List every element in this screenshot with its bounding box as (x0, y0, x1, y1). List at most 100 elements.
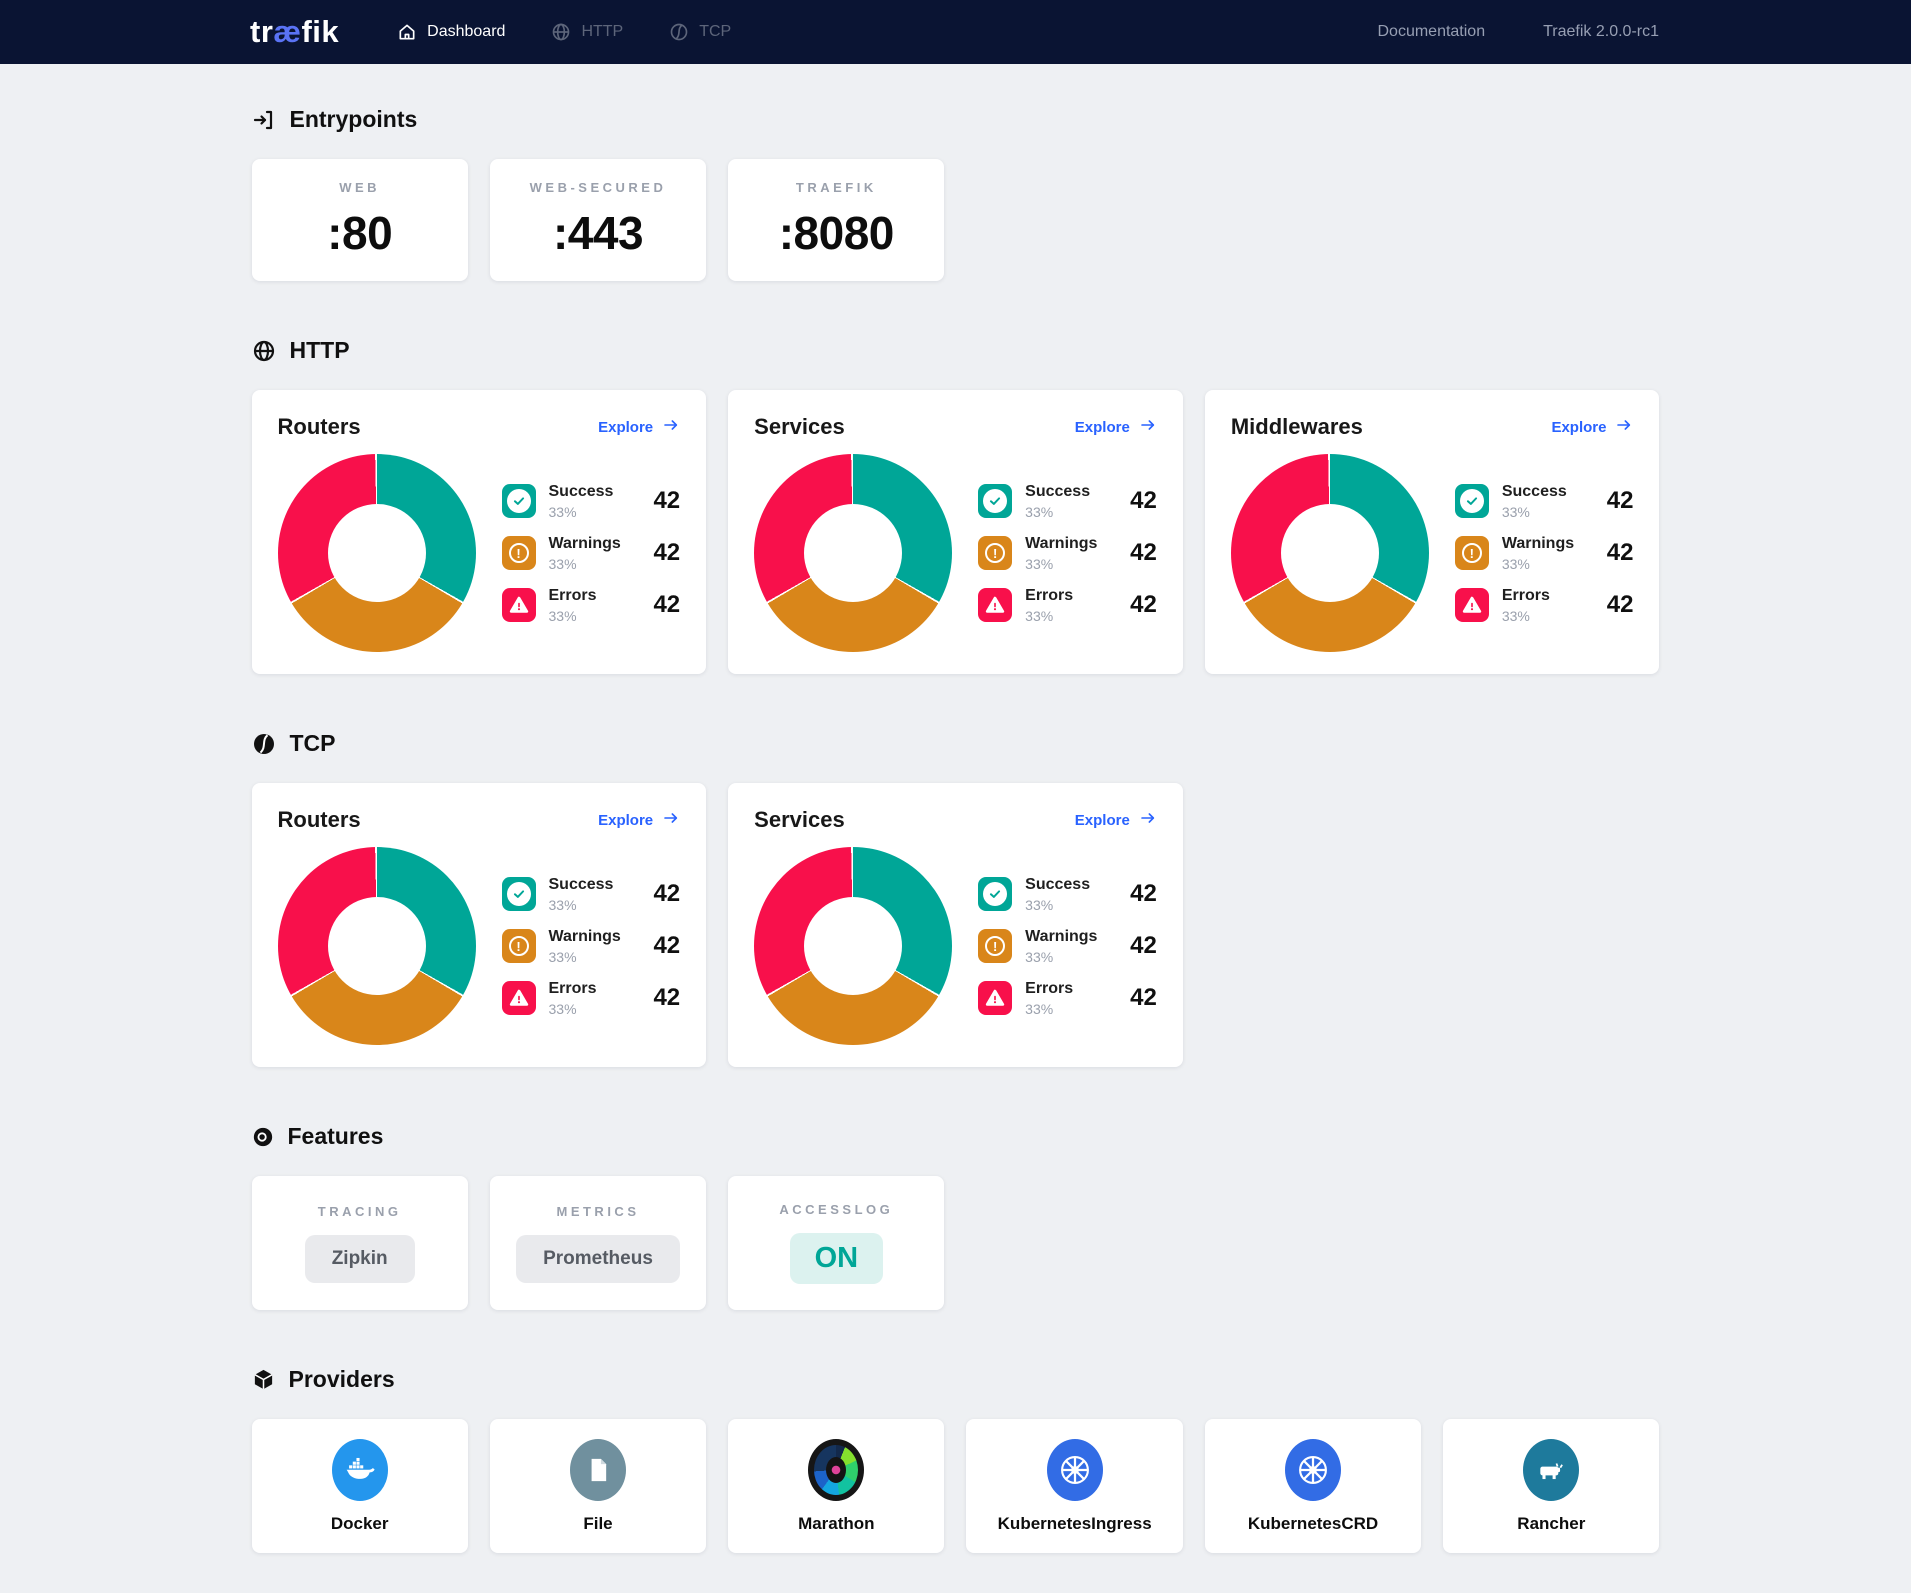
tcp-icon (669, 22, 689, 42)
donut-chart (278, 454, 476, 652)
feature-card-accesslog: ACCESSLOG ON (728, 1176, 944, 1310)
nav-label-tcp: TCP (699, 23, 731, 41)
docker-icon (332, 1439, 388, 1501)
package-icon (252, 1368, 275, 1391)
tcp-section-header: TCP (252, 730, 1660, 757)
entrypoint-name: WEB-SECURED (530, 180, 667, 195)
provider-card-docker: Docker (252, 1419, 468, 1553)
legend-percent: 33% (1502, 608, 1550, 624)
legend-value: 42 (653, 932, 680, 960)
feature-name: TRACING (318, 1204, 402, 1219)
legend-label: Errors (549, 587, 597, 605)
legend-label: Errors (549, 980, 597, 998)
provider-name: Docker (331, 1514, 389, 1534)
kubernetes-icon (1047, 1439, 1103, 1501)
card-title: Services (754, 807, 845, 833)
legend-percent: 33% (1025, 556, 1097, 572)
providers-section-header: Providers (252, 1366, 1660, 1393)
check-circle-icon (978, 877, 1012, 911)
exclamation-circle-icon: ! (502, 929, 536, 963)
exclamation-circle-icon: ! (1455, 536, 1489, 570)
http-middlewares-card: Middlewares Explore Success33% 42 (1205, 390, 1660, 674)
nav-label-http: HTTP (581, 23, 623, 41)
chart-legend: Success33% 42 ! Warnings33% 42 Errors 33%… (978, 876, 1157, 1017)
entrypoint-name: TRAEFIK (796, 180, 877, 195)
explore-link[interactable]: Explore (1075, 417, 1157, 437)
legend-row-warnings: ! Warnings33% 42 (978, 928, 1157, 965)
explore-link[interactable]: Explore (598, 417, 680, 437)
exclamation-circle-icon: ! (978, 536, 1012, 570)
explore-link[interactable]: Explore (1551, 417, 1633, 437)
section-title: Providers (289, 1366, 395, 1393)
nav-label-dashboard: Dashboard (427, 23, 505, 41)
traefik-logo[interactable]: træfik (250, 14, 339, 50)
arrow-right-icon (662, 417, 680, 437)
nav-item-http[interactable]: HTTP (551, 22, 623, 42)
legend-row-errors: Errors 33% 42 (502, 587, 681, 624)
legend-value: 42 (653, 539, 680, 567)
globe-icon (551, 22, 571, 42)
legend-percent: 33% (1025, 504, 1090, 520)
arrow-right-icon (1615, 417, 1633, 437)
exclamation-circle-icon: ! (978, 929, 1012, 963)
legend-row-errors: Errors33% 42 (1455, 587, 1634, 624)
nav-item-dashboard[interactable]: Dashboard (397, 22, 505, 42)
entrypoint-card-traefik: TRAEFIK :8080 (728, 159, 944, 281)
card-title: Middlewares (1231, 414, 1363, 440)
explore-label: Explore (598, 419, 653, 436)
logo-ae: æ (273, 14, 301, 49)
check-circle-icon (502, 484, 536, 518)
donut-chart (1231, 454, 1429, 652)
features-section-header: Features (252, 1123, 1660, 1150)
version-label: Traefik 2.0.0-rc1 (1543, 23, 1659, 41)
legend-label: Errors (1025, 587, 1073, 605)
legend-percent: 33% (1025, 949, 1097, 965)
feature-card-tracing: TRACING Zipkin (252, 1176, 468, 1310)
provider-name: File (583, 1514, 612, 1534)
legend-row-errors: Errors33% 42 (978, 587, 1157, 624)
donut-chart (754, 454, 952, 652)
legend-label: Success (549, 876, 614, 894)
explore-label: Explore (598, 812, 653, 829)
explore-link[interactable]: Explore (1075, 810, 1157, 830)
donut-chart (754, 847, 952, 1045)
feature-card-metrics: METRICS Prometheus (490, 1176, 706, 1310)
legend-label: Warnings (1502, 535, 1574, 553)
legend-value: 42 (653, 591, 680, 619)
legend-percent: 33% (1025, 1001, 1073, 1017)
nav-item-tcp[interactable]: TCP (669, 22, 731, 42)
entrypoint-card-web-secured: WEB-SECURED :443 (490, 159, 706, 281)
legend-percent: 33% (1025, 897, 1090, 913)
legend-percent: 33% (549, 1001, 597, 1017)
legend-row-success: Success 33% 42 (978, 483, 1157, 520)
marathon-icon (808, 1439, 864, 1501)
legend-row-success: Success33% 42 (502, 483, 681, 520)
entrypoints-grid: WEB :80 WEB-SECURED :443 TRAEFIK :8080 (252, 159, 1660, 281)
legend-percent: 33% (549, 608, 597, 624)
card-title: Routers (278, 414, 361, 440)
features-grid: TRACING Zipkin METRICS Prometheus ACCESS… (252, 1176, 1660, 1310)
entrypoint-card-web: WEB :80 (252, 159, 468, 281)
http-section-header: HTTP (252, 337, 1660, 364)
navbar-right: Documentation Traefik 2.0.0-rc1 (1377, 23, 1659, 41)
legend-row-success: Success33% 42 (978, 876, 1157, 913)
legend-value: 42 (1130, 487, 1157, 515)
check-circle-icon (978, 484, 1012, 518)
legend-percent: 33% (549, 556, 621, 572)
documentation-link[interactable]: Documentation (1377, 23, 1485, 41)
sign-in-icon (252, 108, 276, 132)
chart-legend: Success33% 42 ! Warnings33% 42 Errors33%… (502, 483, 681, 624)
provider-name: KubernetesCRD (1248, 1514, 1378, 1534)
kubernetes-icon (1285, 1439, 1341, 1501)
logo-text: tr (250, 14, 273, 49)
legend-label: Success (549, 483, 614, 501)
provider-card-kubernetes-crd: KubernetesCRD (1205, 1419, 1421, 1553)
legend-value: 42 (1130, 880, 1157, 908)
legend-row-warnings: ! Warnings33% 42 (978, 535, 1157, 572)
legend-label: Success (1025, 483, 1090, 501)
legend-label: Errors (1025, 980, 1073, 998)
explore-link[interactable]: Explore (598, 810, 680, 830)
legend-label: Errors (1502, 587, 1550, 605)
entrypoint-port: :8080 (779, 206, 894, 260)
tcp-services-card: Services Explore Success33% 42 (728, 783, 1183, 1067)
